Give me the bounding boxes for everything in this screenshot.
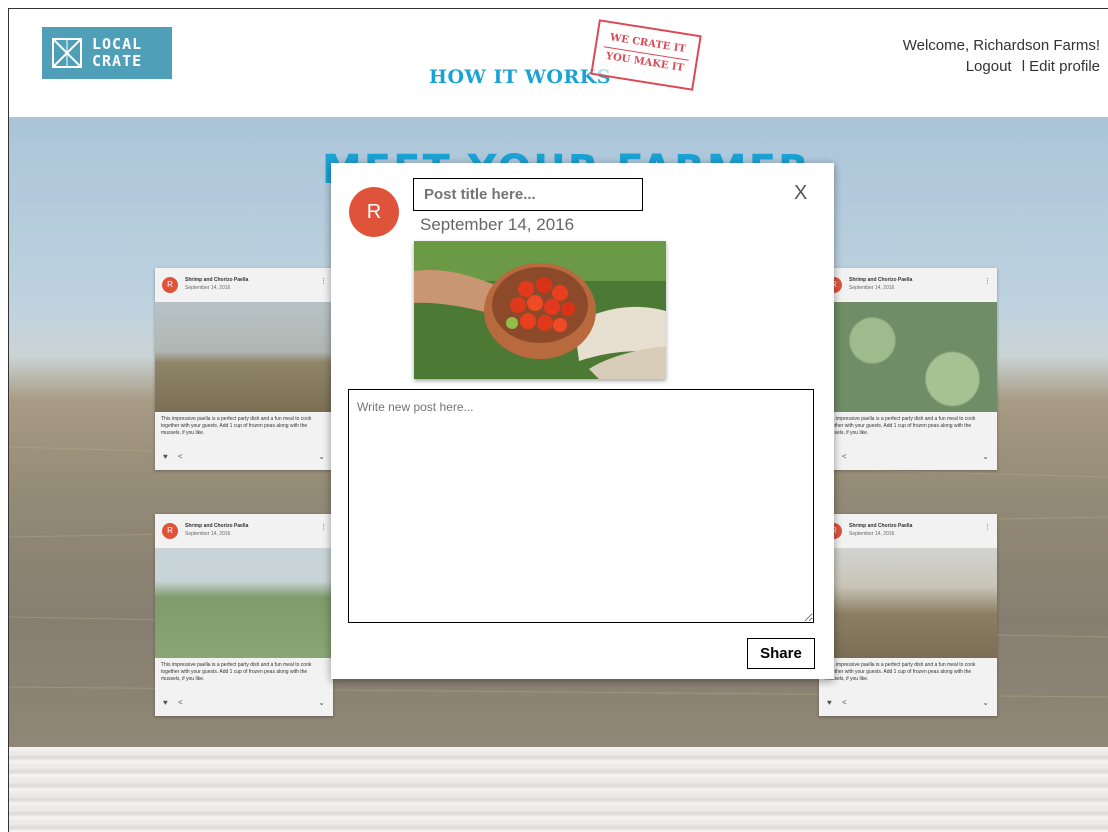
card-title: Shrimp and Chorizo Paella [849,523,913,529]
card-image-tractor [819,548,997,658]
card-date: September 14, 2016 [849,285,895,291]
chevron-down-icon[interactable]: ⌄ [318,698,325,707]
post-card[interactable]: R Shrimp and Chorizo Paella September 14… [155,514,333,716]
more-vert-icon[interactable]: ⋮ [984,523,991,531]
card-date: September 14, 2016 [185,531,231,537]
link-separator: l [1021,58,1026,75]
author-avatar: R [349,187,399,237]
more-vert-icon[interactable]: ⋮ [320,523,327,531]
site-header: LOCAL CRATE HOW IT WORKS WE CRATE IT YOU… [9,9,1108,117]
heart-icon[interactable]: ♥ [163,698,168,707]
logo-text-crate: CRATE [92,52,143,70]
welcome-text: Welcome, Richardson Farms! [902,37,1100,54]
card-text: This impressive paella is a perfect part… [819,658,997,692]
new-post-modal: R September 14, 2016 X [331,163,834,679]
wood-footer [9,747,1108,832]
crate-logo-icon [52,38,82,68]
post-date: September 14, 2016 [420,215,575,234]
card-image-lettuce [819,302,997,412]
chevron-down-icon[interactable]: ⌄ [982,698,989,707]
share-icon[interactable]: < [178,452,183,461]
post-card[interactable]: R Shrimp and Chorizo Paella September 14… [819,268,997,470]
more-vert-icon[interactable]: ⋮ [320,277,327,285]
share-button[interactable]: Share [747,638,815,669]
card-date: September 14, 2016 [849,531,895,537]
more-vert-icon[interactable]: ⋮ [984,277,991,285]
card-image-road [155,302,333,412]
user-welcome: Welcome, Richardson Farms! Logout l Edit … [903,35,1100,77]
share-icon[interactable]: < [842,452,847,461]
nav-how-it-works[interactable]: HOW IT WORKS [429,66,611,88]
local-crate-logo[interactable]: LOCAL CRATE [42,27,172,79]
card-title: Shrimp and Chorizo Paella [849,277,913,283]
heart-icon[interactable]: ♥ [827,698,832,707]
post-card[interactable]: R Shrimp and Chorizo Paella September 14… [155,268,333,470]
share-icon[interactable]: < [178,698,183,707]
close-icon[interactable]: X [794,182,807,205]
card-text: This impressive paella is a perfect part… [155,658,333,692]
share-icon[interactable]: < [842,698,847,707]
card-text: This impressive paella is a perfect part… [155,412,333,446]
post-card[interactable]: R Shrimp and Chorizo Paella September 14… [819,514,997,716]
post-photo-tomatoes[interactable] [414,241,666,379]
card-avatar: R [162,277,178,293]
card-title: Shrimp and Chorizo Paella [185,277,249,283]
logo-text-local: LOCAL [92,35,143,53]
heart-icon[interactable]: ♥ [163,452,168,461]
card-avatar: R [162,523,178,539]
post-body-textarea[interactable] [348,389,814,623]
edit-profile-link[interactable]: Edit profile [1029,58,1100,75]
card-text: This impressive paella is a perfect part… [819,412,997,446]
card-title: Shrimp and Chorizo Paella [185,523,249,529]
card-image-family [155,548,333,658]
chevron-down-icon[interactable]: ⌄ [318,452,325,461]
post-title-input[interactable] [413,178,643,211]
card-date: September 14, 2016 [185,285,231,291]
page-frame: LOCAL CRATE HOW IT WORKS WE CRATE IT YOU… [8,8,1108,832]
chevron-down-icon[interactable]: ⌄ [982,452,989,461]
logout-link[interactable]: Logout [966,58,1012,75]
